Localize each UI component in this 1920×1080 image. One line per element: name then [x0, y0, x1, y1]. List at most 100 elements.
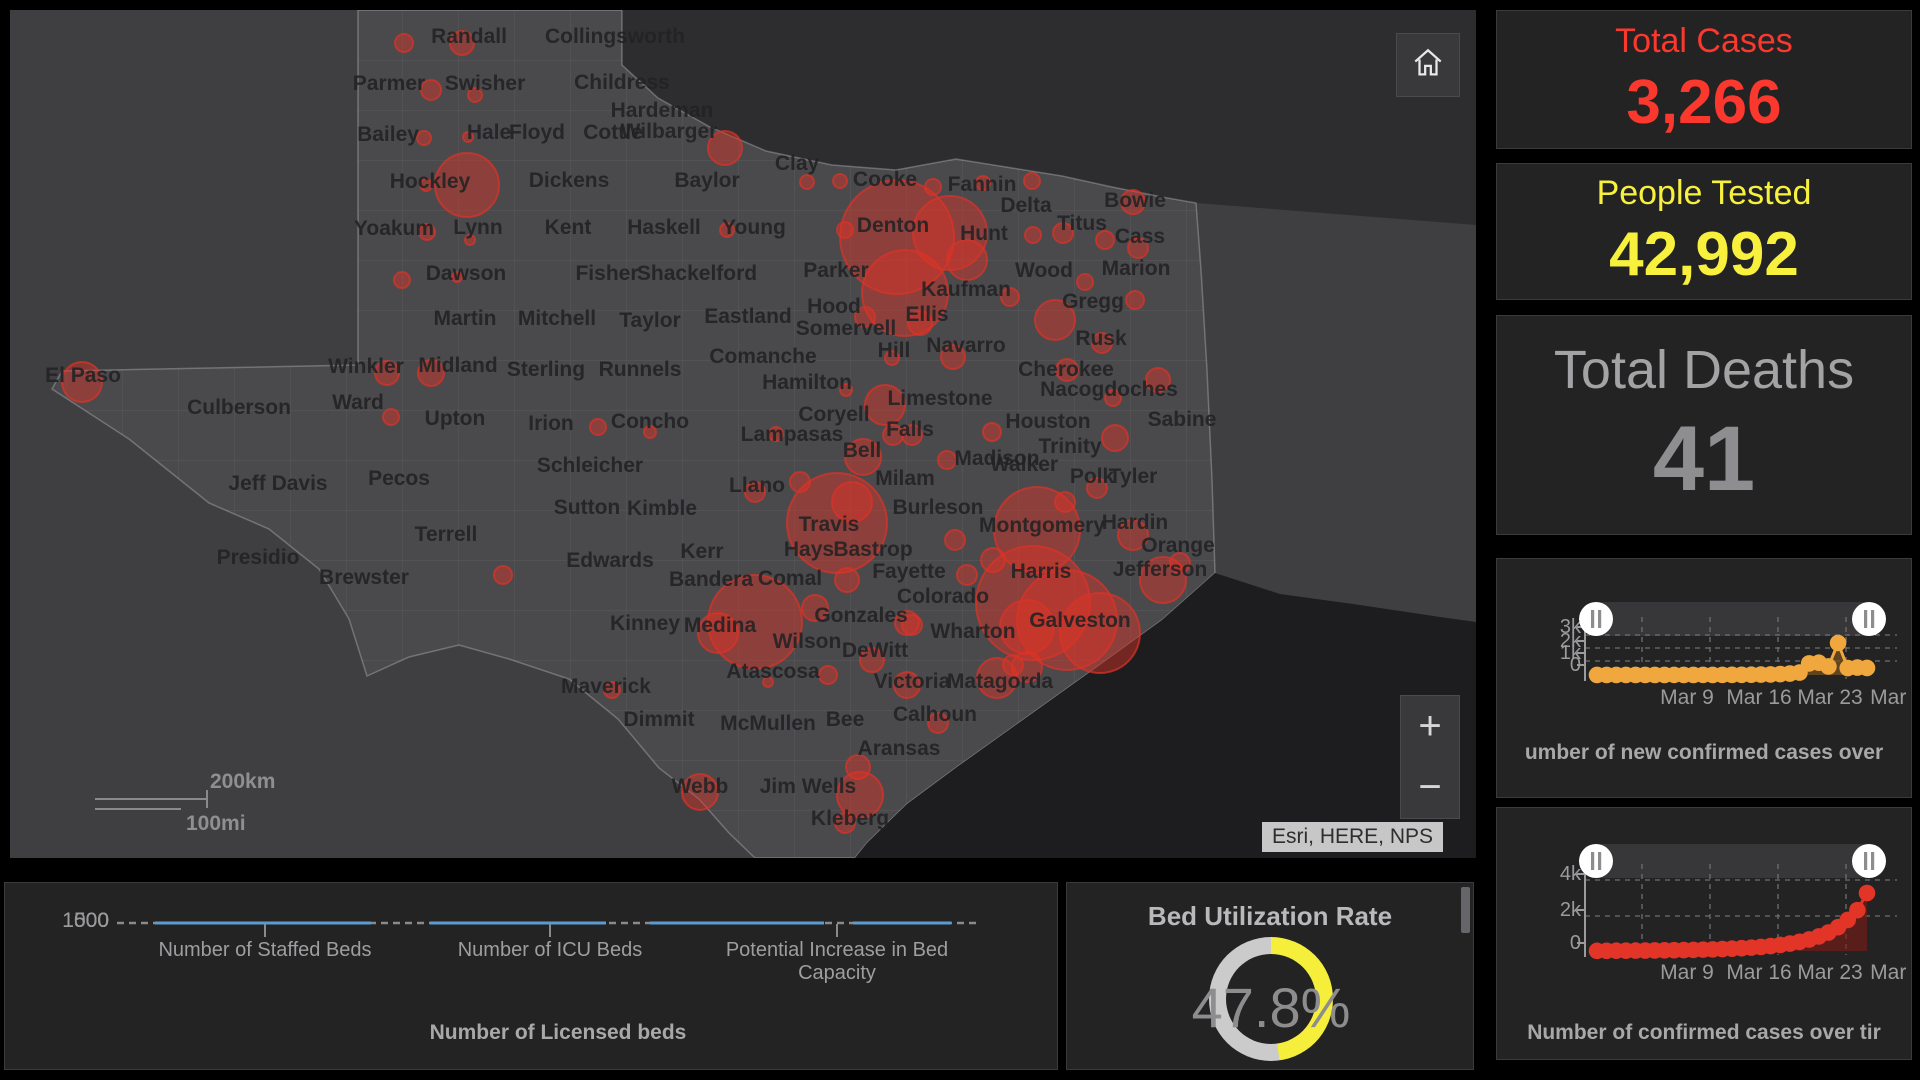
case-bubble[interactable] [1025, 227, 1041, 243]
total-cases-value: 3,266 [1626, 67, 1781, 138]
county-label: Randall [431, 25, 507, 48]
panel-scrollbar[interactable] [1461, 887, 1470, 933]
range-slider-handle[interactable] [1852, 844, 1886, 878]
bed-capacity-chart-panel[interactable]: 150010005000 Number of Staffed Beds Numb… [4, 882, 1058, 1070]
county-label: Comanche [709, 345, 816, 368]
county-label: Culberson [187, 396, 291, 419]
county-label: Shackelford [637, 262, 757, 285]
county-label: Marion [1102, 257, 1171, 280]
county-label: Martin [434, 307, 497, 330]
county-label: Houston [1005, 410, 1090, 433]
county-label: Presidio [217, 546, 300, 569]
case-bubble[interactable] [1077, 274, 1093, 290]
county-label: Young [722, 216, 786, 239]
county-label: Bandera [669, 568, 753, 591]
case-bubble[interactable] [957, 565, 977, 585]
y-axis-label: 4k [1560, 863, 1582, 885]
case-bubble[interactable] [1060, 593, 1140, 673]
case-bubble[interactable] [925, 179, 941, 195]
county-label: Concho [611, 410, 689, 433]
case-bubble[interactable] [1126, 291, 1144, 309]
case-bubble[interactable] [394, 272, 410, 288]
case-bubble[interactable] [383, 409, 399, 425]
case-bubble[interactable] [819, 666, 837, 684]
county-label: Gonzales [814, 604, 907, 627]
county-label: Hood [807, 295, 861, 318]
county-label: Lampasas [741, 423, 844, 446]
zoom-control[interactable]: + − [1400, 695, 1460, 819]
county-label: Llano [729, 474, 785, 497]
case-bubble[interactable] [947, 240, 987, 280]
case-bubble[interactable] [945, 530, 965, 550]
county-label: Matagorda [947, 670, 1054, 693]
data-point[interactable] [1820, 658, 1837, 675]
case-bubble[interactable] [938, 451, 956, 469]
zoom-out-button[interactable]: − [1401, 757, 1459, 818]
scale-line-km [95, 798, 207, 800]
case-bubble[interactable] [837, 222, 853, 238]
data-point[interactable] [1859, 885, 1876, 902]
county-label: Hamilton [762, 371, 852, 394]
county-label: Falls [886, 418, 934, 441]
county-label: Kinney [610, 612, 680, 635]
map-attribution: Esri, HERE, NPS [1262, 822, 1443, 852]
county-label: McMullen [720, 712, 816, 735]
county-label: Harris [1011, 560, 1072, 583]
county-label: Wood [1015, 259, 1073, 282]
bed-utilization-panel[interactable]: Bed Utilization Rate 47.8% [1066, 882, 1474, 1070]
county-label: Bastrop [833, 538, 912, 561]
range-slider-handle[interactable] [1579, 844, 1613, 878]
range-slider-handle[interactable] [1852, 602, 1886, 636]
total-deaths-title: Total Deaths [1554, 339, 1854, 401]
data-point[interactable] [1830, 635, 1847, 652]
case-bubble[interactable] [1024, 173, 1040, 189]
county-label: Haskell [627, 216, 701, 239]
county-label: Brewster [319, 566, 409, 589]
chart-cumulative-panel[interactable]: 4k2k0Mar 9Mar 16Mar 23Mar 3 Number of co… [1496, 807, 1912, 1060]
county-label: Midland [418, 354, 497, 377]
county-label: Ellis [905, 303, 948, 326]
county-label: Upton [425, 407, 486, 430]
zoom-in-button[interactable]: + [1401, 696, 1459, 757]
map-panel[interactable]: RandallCollingsworthParmerSwisherChildre… [10, 10, 1476, 858]
county-label: Kent [545, 216, 592, 239]
range-slider-handle[interactable] [1579, 602, 1613, 636]
case-bubble[interactable] [494, 566, 512, 584]
case-bubble[interactable] [983, 423, 1001, 441]
data-point[interactable] [1849, 902, 1866, 919]
case-bubble[interactable] [395, 34, 413, 52]
case-bubble[interactable] [833, 174, 847, 188]
home-button[interactable] [1396, 33, 1460, 97]
county-label: Hunt [960, 222, 1008, 245]
county-label: Titus [1057, 212, 1107, 235]
county-label: Bell [843, 439, 882, 462]
county-label: Aransas [858, 737, 941, 760]
case-bubble[interactable] [1102, 425, 1128, 451]
county-label: Bowie [1104, 189, 1166, 212]
bed-chart-plot [5, 883, 1057, 943]
gauge-value: 47.8% [1067, 975, 1474, 1040]
chart-new-cases-panel[interactable]: 3k2k1k0Mar 9Mar 16Mar 23Mar 3 umber of n… [1496, 558, 1912, 798]
texas-county-map[interactable]: RandallCollingsworthParmerSwisherChildre… [10, 10, 1476, 858]
case-bubble[interactable] [417, 131, 431, 145]
county-label: Wharton [930, 620, 1015, 643]
county-label: Delta [1000, 194, 1052, 217]
bed-category-icu: Number of ICU Beds [400, 939, 700, 962]
county-label: Taylor [619, 309, 680, 332]
county-label: Schleicher [537, 454, 643, 477]
data-point[interactable] [1859, 660, 1876, 677]
county-label: Irion [528, 412, 574, 435]
county-label: Galveston [1029, 609, 1131, 632]
county-label: Webb [672, 775, 729, 798]
county-label: Dimmit [623, 708, 694, 731]
map-canvas: RandallCollingsworthParmerSwisherChildre… [10, 10, 1476, 858]
county-label: Burleson [892, 496, 983, 519]
case-bubble[interactable] [835, 568, 859, 592]
case-bubble[interactable] [590, 419, 606, 435]
county-label: Montgomery [979, 514, 1105, 537]
case-bubble[interactable] [800, 175, 814, 189]
county-label: Victoria [874, 670, 951, 693]
y-axis-label: 0 [1570, 932, 1581, 954]
case-bubble[interactable] [1055, 492, 1075, 512]
county-label: Travis [799, 513, 860, 536]
